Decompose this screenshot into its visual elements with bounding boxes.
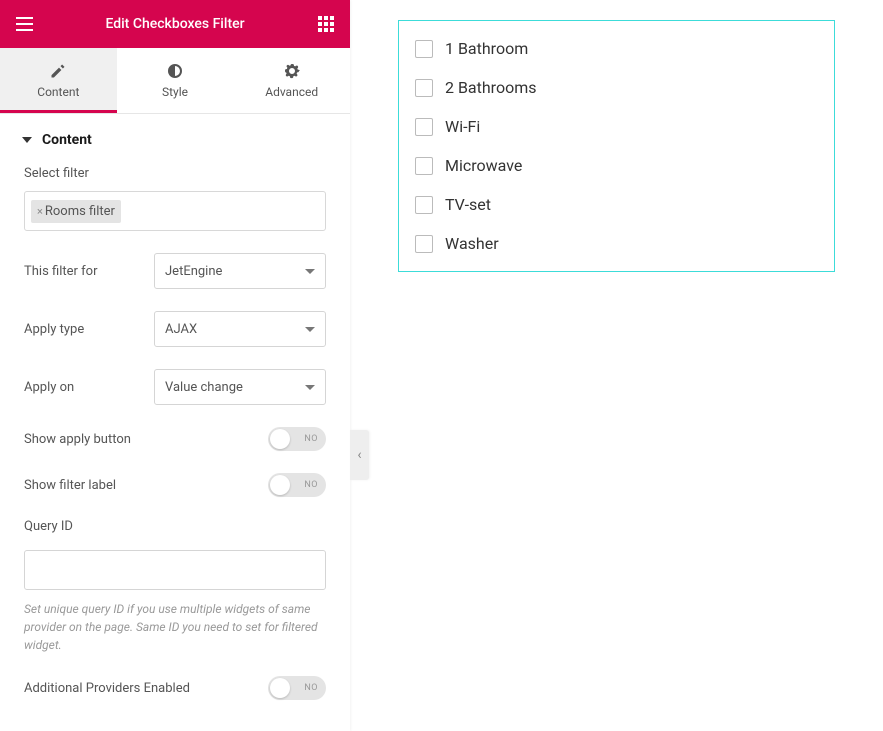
contrast-icon xyxy=(167,63,183,79)
label-additional-providers: Additional Providers Enabled xyxy=(24,681,268,696)
chevron-down-icon xyxy=(305,327,315,332)
select-apply-type[interactable]: AJAX xyxy=(154,311,326,347)
toggle-knob xyxy=(270,429,290,449)
field-apply-on: Apply on Value change xyxy=(24,369,326,405)
close-icon[interactable]: × xyxy=(37,205,43,218)
tab-content[interactable]: Content xyxy=(0,48,117,113)
section-title: Content xyxy=(42,132,92,148)
checkbox-label: Microwave xyxy=(445,156,522,175)
checkbox-row: 1 Bathroom xyxy=(415,29,818,68)
checkbox-label: Washer xyxy=(445,234,499,253)
tab-style[interactable]: Style xyxy=(117,48,234,113)
field-show-filter-label: Show filter label NO xyxy=(24,473,326,497)
tab-label: Content xyxy=(37,85,79,99)
filter-tag-label: Rooms filter xyxy=(45,204,115,219)
label-query-id: Query ID xyxy=(24,519,326,534)
select-value: JetEngine xyxy=(165,264,222,279)
tab-label: Style xyxy=(162,85,188,99)
toggle-show-apply-button[interactable]: NO xyxy=(268,427,326,451)
panel-tabs: Content Style Advanced xyxy=(0,48,350,114)
label-apply-on: Apply on xyxy=(24,380,154,395)
checkbox-filter-widget[interactable]: 1 Bathroom 2 Bathrooms Wi-Fi Microwave TV-se… xyxy=(398,20,835,272)
preview-area: 1 Bathroom 2 Bathrooms Wi-Fi Microwave TV-se… xyxy=(350,0,883,731)
label-select-filter: Select filter xyxy=(24,166,326,181)
chevron-down-icon xyxy=(22,137,32,143)
widgets-grid-icon[interactable] xyxy=(316,14,336,34)
checkbox-label: 1 Bathroom xyxy=(445,39,528,58)
chevron-down-icon xyxy=(305,269,315,274)
collapse-panel-handle[interactable]: ‹ xyxy=(350,430,369,480)
checkbox-row: 2 Bathrooms xyxy=(415,68,818,107)
select-filter-input[interactable]: × Rooms filter xyxy=(24,191,326,231)
select-this-filter-for[interactable]: JetEngine xyxy=(154,253,326,289)
editor-panel: Edit Checkboxes Filter Content Style Adv… xyxy=(0,0,350,731)
checkbox-label: 2 Bathrooms xyxy=(445,78,536,97)
chevron-left-icon: ‹ xyxy=(357,447,361,463)
select-value: Value change xyxy=(165,380,243,395)
toggle-text: NO xyxy=(304,676,318,700)
toggle-additional-providers[interactable]: NO xyxy=(268,676,326,700)
form-body: Select filter × Rooms filter This filter… xyxy=(0,166,350,731)
field-query-id: Query ID Set unique query ID if you use … xyxy=(24,519,326,654)
toggle-text: NO xyxy=(304,473,318,497)
label-show-filter-label: Show filter label xyxy=(24,478,268,493)
checkbox-label: Wi-Fi xyxy=(445,117,480,136)
query-id-input[interactable] xyxy=(24,550,326,590)
field-show-apply-button: Show apply button NO xyxy=(24,427,326,451)
toggle-text: NO xyxy=(304,427,318,451)
checkbox-row: TV-set xyxy=(415,185,818,224)
field-additional-providers: Additional Providers Enabled NO xyxy=(24,676,326,700)
checkbox[interactable] xyxy=(415,79,433,97)
panel-title: Edit Checkboxes Filter xyxy=(105,16,244,32)
toggle-show-filter-label[interactable]: NO xyxy=(268,473,326,497)
checkbox-row: Wi-Fi xyxy=(415,107,818,146)
toggle-knob xyxy=(270,678,290,698)
query-id-help: Set unique query ID if you use multiple … xyxy=(24,600,326,654)
label-apply-type: Apply type xyxy=(24,322,154,337)
checkbox-label: TV-set xyxy=(445,195,491,214)
pencil-icon xyxy=(50,63,66,79)
section-toggle-content[interactable]: Content xyxy=(0,114,350,166)
tab-label: Advanced xyxy=(265,85,318,99)
checkbox[interactable] xyxy=(415,157,433,175)
checkbox[interactable] xyxy=(415,118,433,136)
tab-advanced[interactable]: Advanced xyxy=(233,48,350,113)
chevron-down-icon xyxy=(305,385,315,390)
select-apply-on[interactable]: Value change xyxy=(154,369,326,405)
filter-tag[interactable]: × Rooms filter xyxy=(31,200,121,223)
hamburger-icon[interactable] xyxy=(14,14,34,34)
checkbox[interactable] xyxy=(415,196,433,214)
field-apply-type: Apply type AJAX xyxy=(24,311,326,347)
checkbox-row: Washer xyxy=(415,224,818,263)
gear-icon xyxy=(284,63,300,79)
checkbox-row: Microwave xyxy=(415,146,818,185)
checkbox[interactable] xyxy=(415,235,433,253)
checkbox[interactable] xyxy=(415,40,433,58)
toggle-knob xyxy=(270,475,290,495)
field-this-filter-for: This filter for JetEngine xyxy=(24,253,326,289)
label-this-filter-for: This filter for xyxy=(24,264,154,279)
label-show-apply-button: Show apply button xyxy=(24,432,268,447)
panel-header: Edit Checkboxes Filter xyxy=(0,0,350,48)
field-select-filter: Select filter × Rooms filter xyxy=(24,166,326,231)
select-value: AJAX xyxy=(165,322,197,337)
